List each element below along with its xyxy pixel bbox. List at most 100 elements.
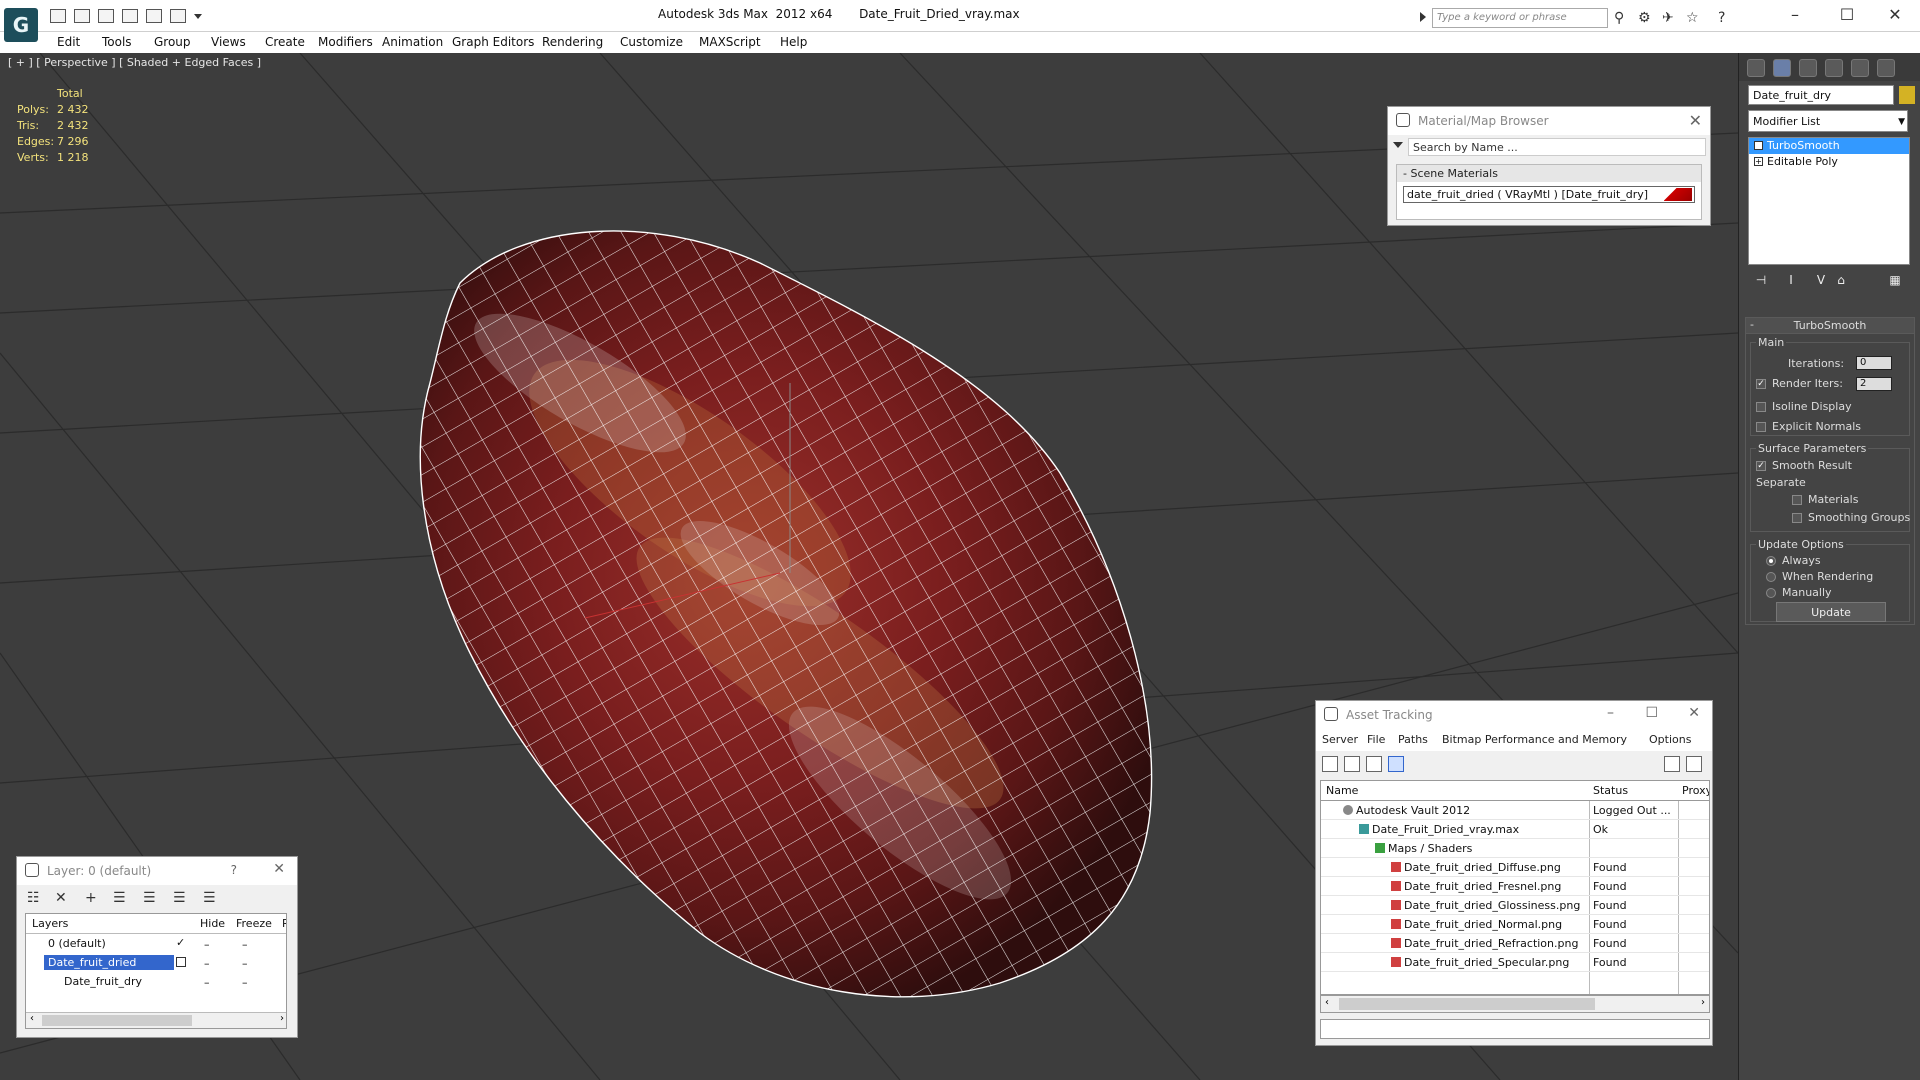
set-active-box-icon[interactable] (176, 957, 186, 967)
scene-materials-header[interactable]: - Scene Materials (1397, 165, 1701, 182)
table-row[interactable]: Maps / Shaders (1321, 839, 1709, 858)
asset-menu-options[interactable]: Options (1649, 733, 1691, 746)
save-file-icon[interactable] (98, 9, 114, 23)
quick-access-dropdown-icon[interactable] (194, 14, 202, 19)
minimize-icon[interactable]: – (1607, 705, 1614, 721)
update-button[interactable]: Update (1776, 602, 1886, 622)
keyword-search-input[interactable]: Type a keyword or phrase (1432, 8, 1608, 28)
freeze-toggle[interactable]: – (242, 976, 248, 989)
close-icon[interactable]: ✕ (1688, 705, 1700, 721)
subscription-icon[interactable]: ⚙ (1638, 10, 1651, 26)
new-file-icon[interactable] (50, 9, 66, 23)
close-icon[interactable]: ✕ (1880, 5, 1910, 24)
freeze-all-icon[interactable]: ☰ (203, 890, 216, 906)
hierarchy-tab-icon[interactable] (1799, 59, 1817, 77)
app-logo-icon[interactable]: G (4, 8, 38, 42)
col-proxy[interactable]: Proxy (1682, 784, 1709, 797)
menu-edit[interactable]: Edit (57, 35, 80, 49)
smooth-result-checkbox[interactable]: ✓ (1756, 461, 1766, 471)
col-hide[interactable]: Hide (200, 917, 225, 930)
motion-tab-icon[interactable] (1825, 59, 1843, 77)
binoculars-icon[interactable]: ⚲ (1614, 10, 1624, 26)
menu-tools[interactable]: Tools (102, 35, 132, 49)
col-freeze[interactable]: Freeze (236, 917, 272, 930)
hide-all-icon[interactable]: ☰ (173, 890, 186, 906)
asset-menu-file[interactable]: File (1367, 733, 1385, 746)
col-render[interactable]: R (282, 917, 286, 930)
menu-create[interactable]: Create (265, 35, 305, 49)
material-browser-titlebar[interactable]: Material/Map Browser ✕ (1388, 107, 1710, 135)
detail-view-icon[interactable] (1366, 756, 1382, 772)
menu-help[interactable]: Help (780, 35, 807, 49)
highlight-layer-icon[interactable]: ☰ (143, 890, 156, 906)
viewport-label[interactable]: [ + ] [ Perspective ] [ Shaded + Edged F… (8, 56, 261, 69)
menu-modifiers[interactable]: Modifiers (318, 35, 373, 49)
table-row[interactable]: Autodesk Vault 2012 Logged Out ... (1321, 801, 1709, 820)
redo-icon[interactable] (146, 9, 162, 23)
close-icon[interactable]: ✕ (273, 861, 285, 877)
separate-materials-checkbox[interactable] (1792, 495, 1802, 505)
create-tab-icon[interactable] (1747, 59, 1765, 77)
menu-maxscript[interactable]: MAXScript (699, 35, 761, 49)
hide-toggle[interactable]: – (204, 976, 210, 989)
menu-group[interactable]: Group (154, 35, 191, 49)
delete-layer-icon[interactable]: ✕ (55, 890, 67, 906)
material-search-input[interactable]: Search by Name ... (1408, 138, 1706, 156)
close-icon[interactable]: ✕ (1689, 111, 1702, 130)
minimize-icon[interactable]: – (1780, 5, 1810, 24)
menu-animation[interactable]: Animation (382, 35, 443, 49)
table-row[interactable]: Date_fruit_dried_Glossiness.png Found (1321, 896, 1709, 915)
select-objects-icon[interactable]: ☰ (113, 890, 126, 906)
hide-toggle[interactable]: – (204, 938, 210, 951)
col-name[interactable]: Name (1326, 784, 1358, 797)
freeze-toggle[interactable]: – (242, 957, 248, 970)
layer-row[interactable]: 0 (default) ✓ – – (26, 934, 286, 953)
modify-tab-icon[interactable] (1773, 59, 1791, 77)
layer-row[interactable]: Date_fruit_dry – – (26, 972, 286, 991)
project-folder-icon[interactable] (170, 9, 186, 23)
communication-icon[interactable]: ✈ (1662, 10, 1674, 26)
scroll-left-icon[interactable]: ‹ (30, 1013, 34, 1024)
menu-customize[interactable]: Customize (620, 35, 683, 49)
iterations-spinner[interactable]: 0 (1856, 356, 1892, 370)
stack-item-editable-poly[interactable]: + Editable Poly (1749, 154, 1909, 170)
menu-graph-editors[interactable]: Graph Editors (452, 35, 534, 49)
remove-modifier-icon[interactable]: ⌂ (1834, 273, 1848, 287)
hide-toggle[interactable]: – (204, 957, 210, 970)
freeze-toggle[interactable]: – (242, 938, 248, 951)
col-layers[interactable]: Layers (28, 916, 72, 931)
layer-manager-titlebar[interactable]: Layer: 0 (default) ? ✕ (17, 857, 297, 885)
scrollbar-thumb[interactable] (1339, 998, 1595, 1010)
asset-tracking-titlebar[interactable]: Asset Tracking – ☐ ✕ (1316, 701, 1712, 729)
table-row[interactable]: Date_Fruit_Dried_vray.max Ok (1321, 820, 1709, 839)
table-row[interactable]: Date_fruit_dried_Specular.png Found (1321, 953, 1709, 972)
configure-sets-icon[interactable]: ▦ (1888, 273, 1902, 287)
render-iters-spinner[interactable]: 2 (1856, 377, 1892, 391)
menu-rendering[interactable]: Rendering (542, 35, 603, 49)
table-view-icon[interactable] (1388, 756, 1404, 772)
modifier-list-dropdown[interactable]: Modifier List ▼ (1748, 110, 1908, 132)
help-icon[interactable] (1664, 756, 1680, 772)
layer-horizontal-scrollbar[interactable]: ‹ › (26, 1012, 286, 1028)
maximize-icon[interactable]: ☐ (1832, 5, 1862, 24)
browser-options-dropdown-icon[interactable] (1393, 142, 1403, 148)
refresh-icon[interactable] (1322, 756, 1338, 772)
layer-row[interactable]: Date_fruit_dried – – (26, 953, 286, 972)
update-when-rendering-radio[interactable] (1766, 572, 1776, 582)
open-file-icon[interactable] (74, 9, 90, 23)
undo-icon[interactable] (122, 9, 138, 23)
maximize-icon[interactable]: ☐ (1645, 705, 1658, 721)
object-name-field[interactable]: Date_fruit_dry (1748, 85, 1894, 105)
expand-plus-icon[interactable]: + (1754, 157, 1763, 166)
light-bulb-icon[interactable] (1754, 141, 1763, 150)
table-row[interactable]: Date_fruit_dried_Normal.png Found (1321, 915, 1709, 934)
asset-menu-paths[interactable]: Paths (1398, 733, 1428, 746)
display-tab-icon[interactable] (1851, 59, 1869, 77)
explicit-normals-checkbox[interactable] (1756, 422, 1766, 432)
utilities-tab-icon[interactable] (1877, 59, 1895, 77)
turbosmooth-rollout-header[interactable]: - TurboSmooth (1746, 318, 1914, 334)
help-button[interactable]: ? (231, 863, 237, 877)
make-unique-icon[interactable]: V (1814, 273, 1828, 287)
asset-menu-bitmap-performance[interactable]: Bitmap Performance and Memory (1442, 733, 1627, 746)
search-expand-icon[interactable] (1420, 12, 1426, 22)
